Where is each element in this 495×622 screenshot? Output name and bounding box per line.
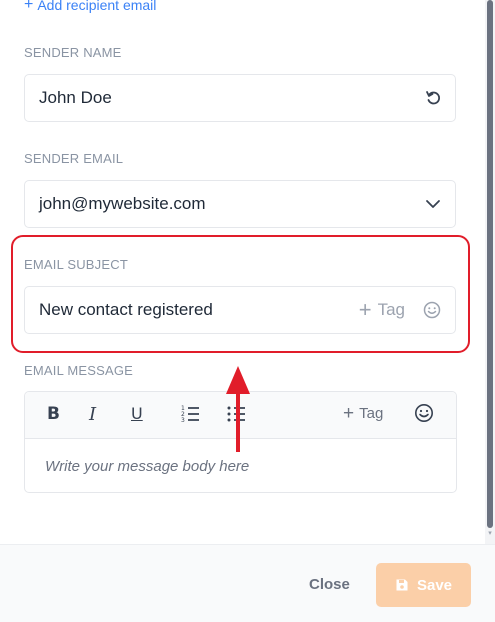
reset-icon[interactable] [425, 90, 441, 106]
sender-email-select[interactable]: john@mywebsite.com [24, 180, 456, 228]
subject-highlight-box [11, 235, 470, 353]
ordered-list-icon[interactable]: 123 [181, 404, 201, 427]
sender-email-label: SENDER EMAIL [24, 151, 124, 166]
sender-name-value: John Doe [39, 88, 112, 107]
sender-name-label: SENDER NAME [24, 45, 122, 60]
scrollbar-thumb[interactable] [487, 0, 493, 528]
sender-email-value: john@mywebsite.com [39, 194, 206, 213]
email-settings-panel: + Add recipient email SENDER NAME John D… [0, 0, 485, 544]
plus-icon: + [343, 402, 355, 424]
dialog-footer: Close Save [0, 544, 495, 622]
bold-button[interactable]: B [47, 404, 60, 424]
message-add-tag-button[interactable]: + Tag [343, 402, 384, 424]
sender-name-field[interactable]: John Doe [24, 74, 456, 122]
message-body-placeholder: Write your message body here [45, 458, 250, 475]
message-tag-label: Tag [359, 405, 384, 422]
svg-text:3: 3 [181, 417, 185, 422]
chevron-down-icon [425, 199, 441, 209]
smile-icon[interactable] [414, 403, 434, 428]
plus-icon: + [24, 0, 34, 13]
annotation-arrow [226, 366, 250, 452]
italic-button[interactable]: I [89, 404, 96, 425]
save-button[interactable]: Save [376, 563, 471, 607]
save-label: Save [416, 576, 453, 594]
underline-button[interactable]: U [131, 404, 143, 423]
add-recipient-link[interactable]: + Add recipient email [24, 0, 156, 13]
add-recipient-label: Add recipient email [37, 0, 157, 13]
scrollbar[interactable]: ▾ [485, 0, 495, 544]
email-message-label: EMAIL MESSAGE [24, 363, 134, 378]
close-button[interactable]: Close [309, 576, 350, 593]
save-icon [396, 579, 408, 591]
scroll-down-arrow-icon[interactable]: ▾ [486, 530, 494, 538]
